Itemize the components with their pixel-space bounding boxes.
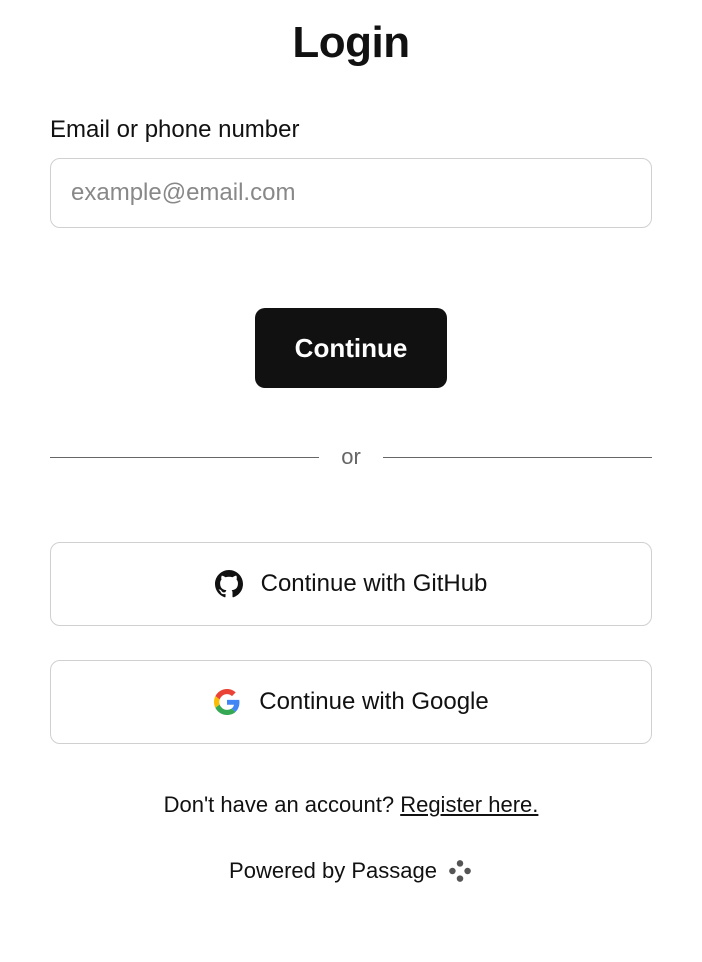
- page-title: Login: [50, 0, 652, 116]
- continue-with-github-button[interactable]: Continue with GitHub: [50, 542, 652, 626]
- identifier-input[interactable]: [50, 158, 652, 228]
- divider-line: [50, 457, 319, 458]
- divider-line: [383, 457, 652, 458]
- passage-icon: [447, 858, 473, 884]
- google-button-label: Continue with Google: [259, 688, 488, 716]
- divider-text: or: [341, 444, 361, 470]
- google-icon: [213, 688, 241, 716]
- powered-by-text: Powered by Passage: [229, 858, 437, 884]
- register-link[interactable]: Register here.: [400, 792, 538, 817]
- powered-by: Powered by Passage: [50, 858, 652, 884]
- divider: or: [50, 444, 652, 470]
- continue-button[interactable]: Continue: [255, 308, 448, 388]
- identifier-label: Email or phone number: [50, 116, 652, 144]
- continue-with-google-button[interactable]: Continue with Google: [50, 660, 652, 744]
- github-icon: [215, 570, 243, 598]
- register-prompt: Don't have an account? Register here.: [50, 792, 652, 818]
- github-button-label: Continue with GitHub: [261, 570, 488, 598]
- register-prompt-text: Don't have an account?: [164, 792, 401, 817]
